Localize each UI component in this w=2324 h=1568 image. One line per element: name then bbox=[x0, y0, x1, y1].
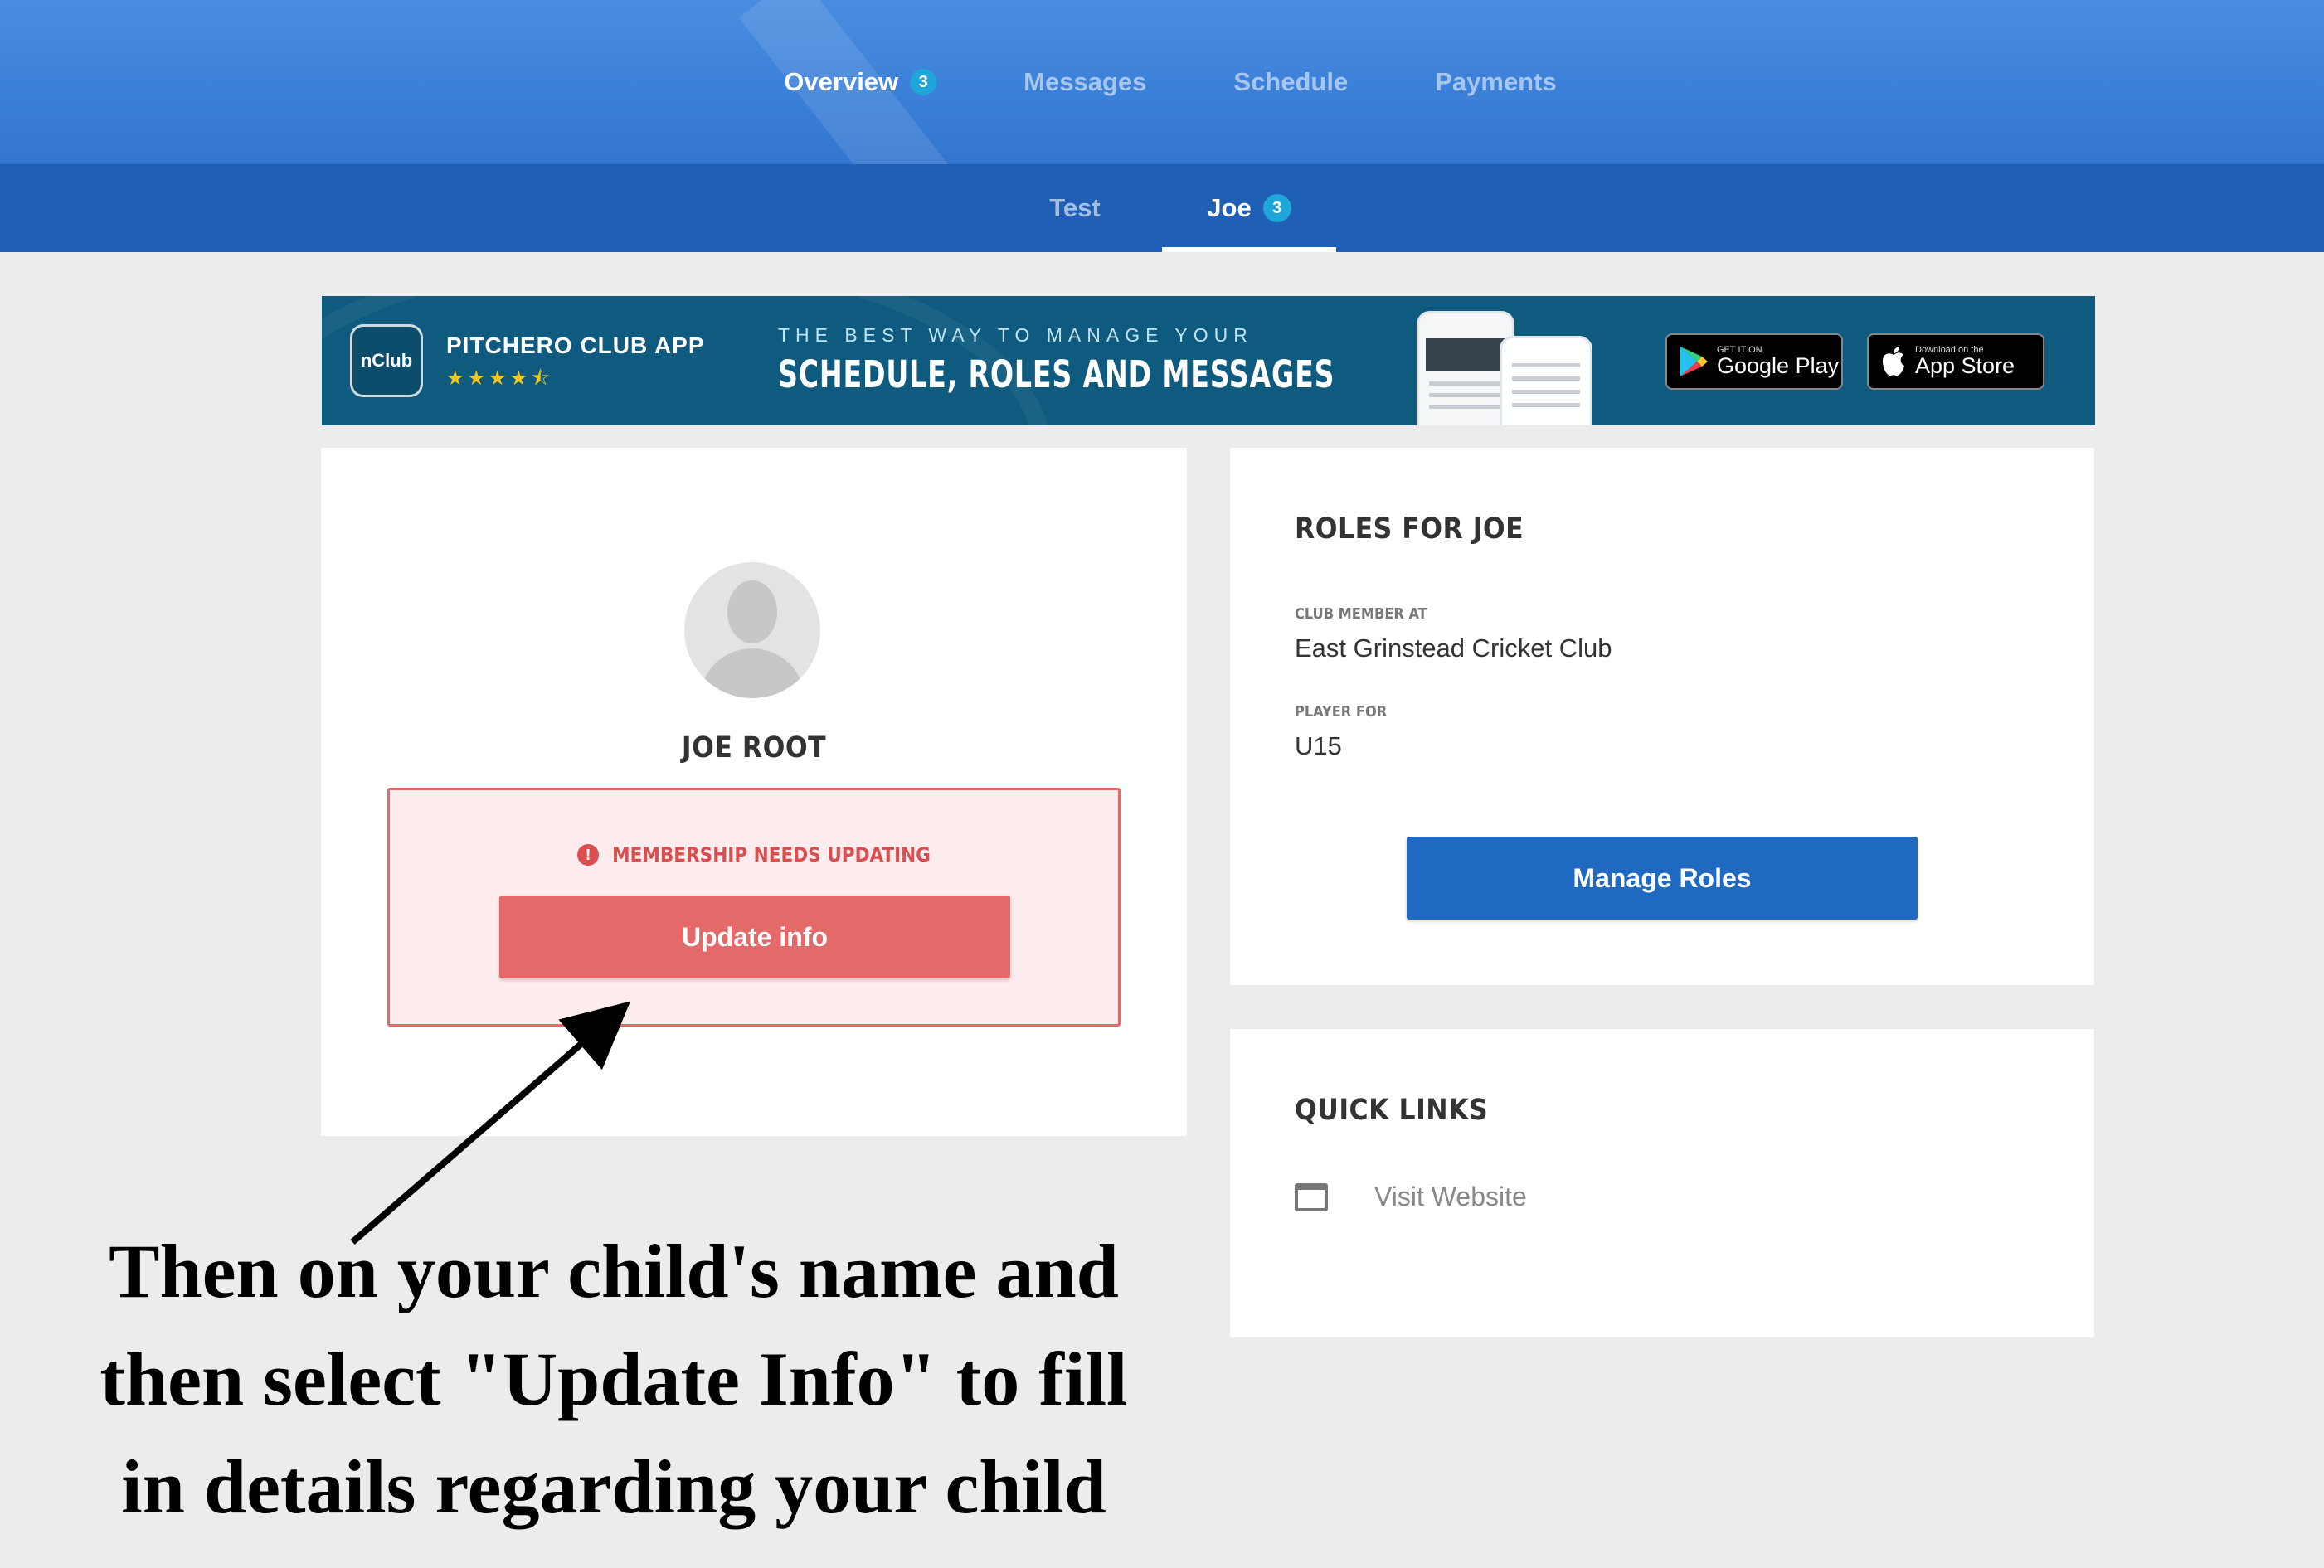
quick-links-title: QUICK LINKS bbox=[1295, 1094, 1489, 1127]
tab-messages-label: Messages bbox=[1023, 67, 1147, 96]
visit-website-link[interactable]: Visit Website bbox=[1295, 1182, 1527, 1212]
tab-messages[interactable]: Messages bbox=[1023, 67, 1146, 97]
app-promo-banner[interactable]: nClub PITCHERO CLUB APP ★★★★⯪ THE BEST W… bbox=[322, 296, 2095, 425]
overview-count-badge: 3 bbox=[910, 69, 937, 95]
tab-payments[interactable]: Payments bbox=[1435, 67, 1556, 97]
apple-icon bbox=[1882, 347, 1904, 376]
banner-tagline-small: THE BEST WAY TO MANAGE YOUR bbox=[778, 324, 1253, 346]
alert-icon: ! bbox=[577, 844, 600, 866]
club-app-logo: nClub bbox=[350, 324, 423, 397]
subtab-test[interactable]: Test bbox=[988, 164, 1162, 252]
subtab-joe-label: Joe bbox=[1207, 193, 1252, 222]
player-for-value: U15 bbox=[1295, 731, 1342, 760]
manage-roles-button[interactable]: Manage Roles bbox=[1407, 837, 1918, 920]
member-subnav: Test Joe 3 bbox=[0, 164, 2324, 252]
tab-payments-label: Payments bbox=[1435, 67, 1557, 96]
instruction-line-3: in details regarding your child bbox=[121, 1444, 1106, 1529]
instruction-line-1: Then on your child's name and bbox=[109, 1229, 1119, 1313]
joe-count-badge: 3 bbox=[1262, 194, 1291, 222]
subtab-joe[interactable]: Joe 3 bbox=[1162, 164, 1336, 252]
visit-website-label: Visit Website bbox=[1374, 1182, 1527, 1211]
app-store-label: App Store bbox=[1915, 353, 2015, 378]
avatar bbox=[684, 562, 820, 698]
instruction-text: Then on your child's name and then selec… bbox=[50, 1217, 1178, 1541]
top-nav: Overview 3 Messages Schedule Payments bbox=[0, 0, 2324, 164]
quick-links-card: QUICK LINKS Visit Website bbox=[1230, 1029, 2094, 1337]
player-for-label: PLAYER FOR bbox=[1295, 703, 1388, 721]
window-icon bbox=[1295, 1182, 1328, 1211]
tab-schedule-label: Schedule bbox=[1233, 67, 1349, 96]
tab-overview[interactable]: Overview 3 bbox=[784, 67, 937, 97]
player-name: JOE ROOT bbox=[681, 731, 827, 765]
tab-schedule[interactable]: Schedule bbox=[1233, 67, 1348, 97]
roles-card: ROLES FOR JOE CLUB MEMBER AT East Grinst… bbox=[1230, 448, 2094, 985]
alert-text: MEMBERSHIP NEEDS UPDATING bbox=[612, 843, 931, 867]
google-play-button[interactable]: GET IT ON Google Play bbox=[1665, 333, 1843, 390]
main-tabs: Overview 3 Messages Schedule Payments bbox=[0, 0, 2324, 164]
update-info-button[interactable]: Update info bbox=[499, 896, 1010, 978]
club-member-value: East Grinstead Cricket Club bbox=[1295, 634, 1612, 663]
banner-tagline-big: SCHEDULE, ROLES AND MESSAGES bbox=[778, 352, 1335, 396]
roles-title: ROLES FOR JOE bbox=[1295, 512, 1524, 546]
phone-mockup-back bbox=[1500, 336, 1592, 425]
club-member-label: CLUB MEMBER AT bbox=[1295, 605, 1427, 623]
subtab-test-label: Test bbox=[1049, 193, 1101, 222]
membership-alert: ! MEMBERSHIP NEEDS UPDATING Update info bbox=[387, 788, 1121, 1027]
google-play-icon bbox=[1680, 347, 1708, 376]
app-name: PITCHERO CLUB APP bbox=[446, 333, 705, 358]
rating-stars: ★★★★⯪ bbox=[446, 367, 553, 390]
profile-card: JOE ROOT ! MEMBERSHIP NEEDS UPDATING Upd… bbox=[321, 448, 1187, 1136]
tab-overview-label: Overview bbox=[784, 67, 899, 96]
instruction-line-2: then select "Update Info" to fill bbox=[100, 1337, 1128, 1421]
app-store-button[interactable]: Download on the App Store bbox=[1867, 333, 2044, 390]
google-play-label: Google Play bbox=[1717, 353, 1840, 378]
